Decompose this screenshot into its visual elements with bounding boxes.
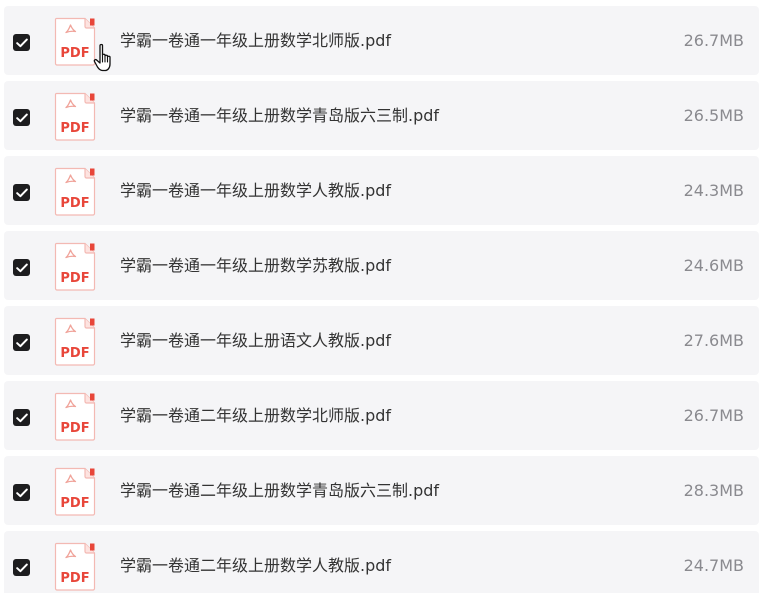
file-row[interactable]: PDF 学霸一卷通一年级上册数学北师版.pdf 26.7MB [4, 6, 759, 75]
file-row[interactable]: PDF 学霸一卷通一年级上册数学人教版.pdf 24.3MB [4, 156, 759, 225]
file-size: 26.7MB [683, 406, 744, 425]
file-row[interactable]: PDF 学霸一卷通二年级上册数学青岛版六三制.pdf 28.3MB [4, 456, 759, 525]
file-row[interactable]: PDF 学霸一卷通二年级上册数学人教版.pdf 24.7MB [4, 531, 759, 593]
file-size: 24.3MB [683, 181, 744, 200]
file-size: 26.5MB [683, 106, 744, 125]
check-icon [15, 38, 28, 47]
file-checkbox[interactable] [13, 334, 30, 351]
file-checkbox[interactable] [13, 484, 30, 501]
file-checkbox[interactable] [13, 259, 30, 276]
file-size: 26.7MB [683, 31, 744, 50]
file-row[interactable]: PDF 学霸一卷通一年级上册语文人教版.pdf 27.6MB [4, 306, 759, 375]
pdf-file-icon: PDF [54, 167, 96, 216]
check-icon [15, 113, 28, 122]
file-checkbox[interactable] [13, 559, 30, 576]
file-list: PDF 学霸一卷通一年级上册数学北师版.pdf 26.7MB PDF 学霸一卷通… [0, 0, 759, 593]
file-checkbox[interactable] [13, 409, 30, 426]
pdf-file-icon: PDF [54, 17, 96, 66]
check-icon [15, 563, 28, 572]
file-size: 28.3MB [683, 481, 744, 500]
pdf-file-icon: PDF [54, 542, 96, 591]
file-checkbox[interactable] [13, 34, 30, 51]
file-name[interactable]: 学霸一卷通一年级上册语文人教版.pdf [120, 330, 391, 352]
check-icon [15, 488, 28, 497]
pdf-file-icon: PDF [54, 242, 96, 291]
file-name[interactable]: 学霸一卷通一年级上册数学北师版.pdf [120, 30, 391, 52]
pdf-badge-label: PDF [60, 571, 89, 586]
pdf-badge-label: PDF [60, 421, 89, 436]
file-name[interactable]: 学霸一卷通二年级上册数学青岛版六三制.pdf [120, 480, 439, 502]
pdf-badge-label: PDF [60, 496, 89, 511]
check-icon [15, 338, 28, 347]
file-row[interactable]: PDF 学霸一卷通一年级上册数学青岛版六三制.pdf 26.5MB [4, 81, 759, 150]
check-icon [15, 263, 28, 272]
check-icon [15, 413, 28, 422]
pdf-badge-label: PDF [60, 121, 89, 136]
pdf-file-icon: PDF [54, 92, 96, 141]
pdf-badge-label: PDF [60, 271, 89, 286]
file-name[interactable]: 学霸一卷通一年级上册数学青岛版六三制.pdf [120, 105, 439, 127]
file-size: 24.6MB [683, 256, 744, 275]
file-size: 24.7MB [683, 556, 744, 575]
file-checkbox[interactable] [13, 184, 30, 201]
pdf-file-icon: PDF [54, 317, 96, 366]
pdf-file-icon: PDF [54, 392, 96, 441]
file-name[interactable]: 学霸一卷通二年级上册数学北师版.pdf [120, 405, 391, 427]
pdf-badge-label: PDF [60, 46, 89, 61]
pdf-badge-label: PDF [60, 196, 89, 211]
file-checkbox[interactable] [13, 109, 30, 126]
file-name[interactable]: 学霸一卷通二年级上册数学人教版.pdf [120, 555, 391, 577]
file-row[interactable]: PDF 学霸一卷通一年级上册数学苏教版.pdf 24.6MB [4, 231, 759, 300]
pdf-badge-label: PDF [60, 346, 89, 361]
file-row[interactable]: PDF 学霸一卷通二年级上册数学北师版.pdf 26.7MB [4, 381, 759, 450]
file-name[interactable]: 学霸一卷通一年级上册数学人教版.pdf [120, 180, 391, 202]
file-size: 27.6MB [683, 331, 744, 350]
file-name[interactable]: 学霸一卷通一年级上册数学苏教版.pdf [120, 255, 391, 277]
check-icon [15, 188, 28, 197]
pdf-file-icon: PDF [54, 467, 96, 516]
